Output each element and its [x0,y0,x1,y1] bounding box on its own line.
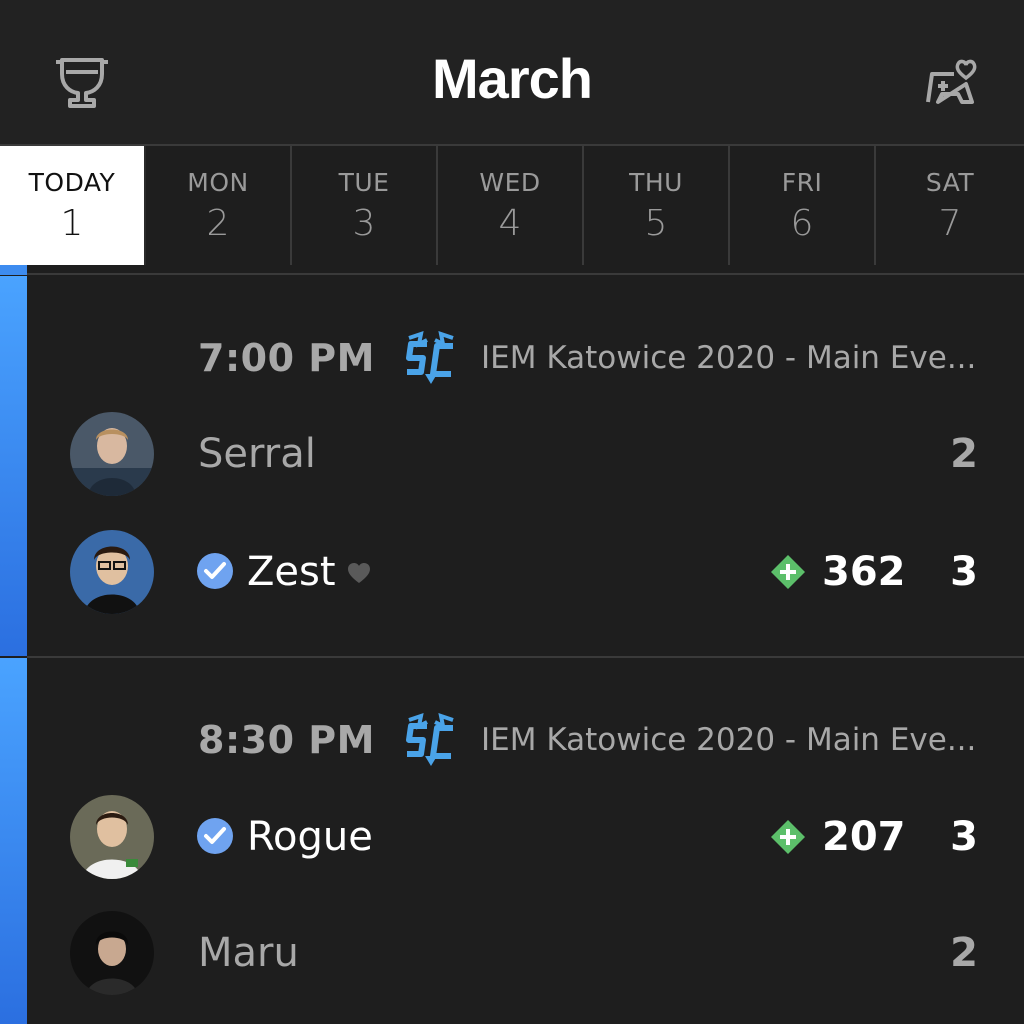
day-name: MON [187,168,249,197]
match-time: 7:00 PM [198,336,375,380]
starcraft2-icon [406,713,454,766]
day-number: 6 [790,203,814,244]
player-score: 3 [950,549,978,595]
favorite-heart-icon[interactable] [347,562,371,584]
day-name: THU [629,168,683,197]
day-number: 2 [206,203,230,244]
day-selector: TODAY 1 MON 2 TUE 3 WED 4 THU 5 FRI 6 SA… [0,144,1024,267]
player-name: Serral [198,431,316,477]
day-number: 1 [60,203,84,244]
match-card[interactable]: 7:00 PM IEM Katowice 2020 - Main Eve... … [0,276,1024,656]
day-tab-sat[interactable]: SAT 7 [876,146,1024,265]
day-tab-tue[interactable]: TUE 3 [292,146,438,265]
starcraft2-icon [406,331,454,384]
verified-icon [197,818,233,854]
accent-edge [0,265,27,275]
rating-value: 362 [822,549,906,595]
page-title: March [432,47,593,110]
avatar [70,412,154,496]
day-tab-today[interactable]: TODAY 1 [0,146,146,265]
player-row[interactable]: Maru 2 [0,911,1024,995]
verified-icon [197,553,233,589]
player-row[interactable]: Rogue 207 3 [0,795,1024,879]
day-name: TODAY [28,168,116,197]
day-tab-fri[interactable]: FRI 6 [730,146,876,265]
player-score: 3 [950,814,978,860]
player-row[interactable]: Serral 2 [0,412,1024,496]
day-number: 3 [352,203,376,244]
app-header: March [0,0,1024,144]
player-score: 2 [950,431,978,477]
day-tab-thu[interactable]: THU 5 [584,146,730,265]
avatar [70,911,154,995]
player-row[interactable]: Zest 362 3 [0,530,1024,614]
event-name: IEM Katowice 2020 - Main Eve... [481,722,977,758]
rating-plus-icon [771,820,805,854]
rating-change: 362 [770,546,906,598]
day-tab-wed[interactable]: WED 4 [438,146,584,265]
rating-change: 207 [770,811,906,863]
day-name: WED [479,168,541,197]
player-name: Rogue [247,814,373,860]
rating-value: 207 [822,814,906,860]
day-name: TUE [338,168,390,197]
day-number: 7 [938,203,962,244]
day-tab-mon[interactable]: MON 2 [146,146,292,265]
day-name: FRI [781,168,823,197]
match-card[interactable]: 8:30 PM IEM Katowice 2020 - Main Eve... … [0,658,1024,1024]
player-name: Zest [247,549,336,595]
day-name: SAT [925,168,975,197]
avatar [70,530,154,614]
avatar [70,795,154,879]
match-time: 8:30 PM [198,718,375,762]
list-divider [0,265,1024,275]
divider-rule [27,273,1024,275]
match-header: 7:00 PM IEM Katowice 2020 - Main Eve... [198,328,976,388]
day-number: 4 [498,203,522,244]
match-header: 8:30 PM IEM Katowice 2020 - Main Eve... [198,710,976,770]
player-score: 2 [950,930,978,976]
gamepad-heart-icon[interactable] [920,56,980,112]
player-name: Maru [198,930,299,976]
day-number: 5 [644,203,668,244]
rating-plus-icon [771,555,805,589]
event-name: IEM Katowice 2020 - Main Eve... [481,340,977,376]
